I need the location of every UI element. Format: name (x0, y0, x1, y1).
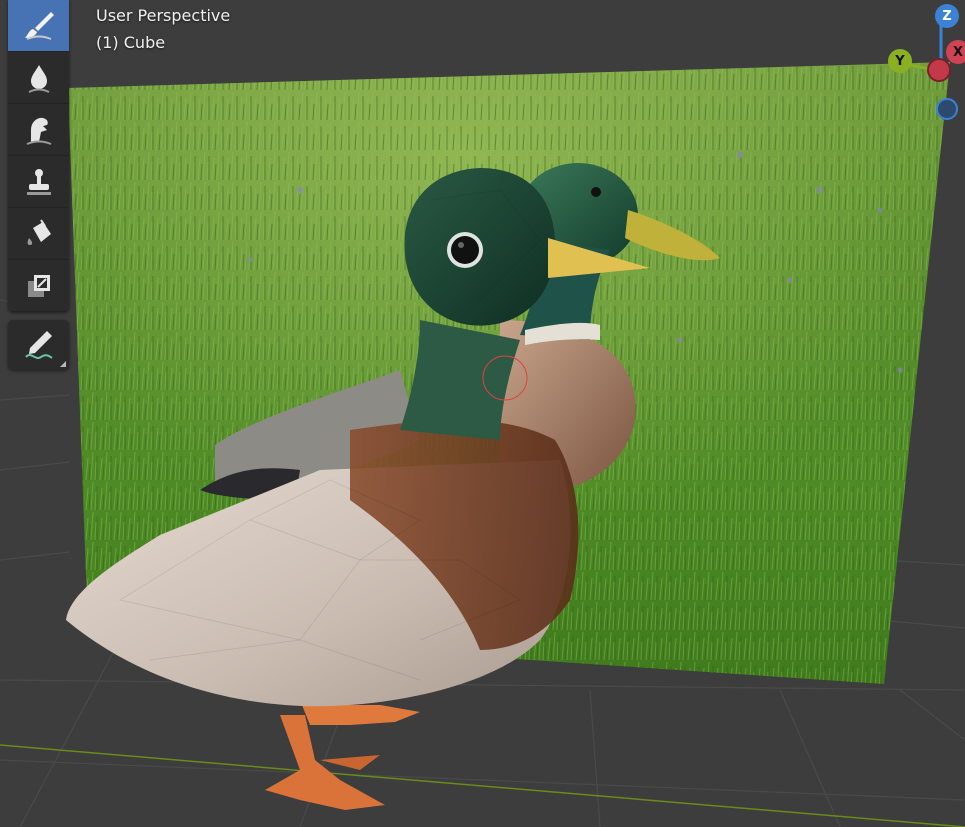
soften-tool-button[interactable] (8, 52, 69, 104)
brush-icon (24, 11, 54, 40)
3d-viewport[interactable]: User Perspective (1) Cube Z X Y (0, 0, 965, 827)
pencil-annotate-icon (24, 331, 53, 359)
fill-tool-button[interactable] (8, 208, 69, 260)
navigation-gizmo[interactable]: Z X Y (885, 0, 965, 125)
tool-options-indicator (60, 361, 66, 367)
clone-tool-button[interactable] (8, 156, 69, 208)
stamp-icon (26, 168, 51, 195)
x-axis-line (0, 744, 965, 827)
drop-icon (28, 64, 49, 93)
annotate-tool-button[interactable] (8, 320, 69, 370)
gizmo-y-axis[interactable]: Y (888, 49, 912, 73)
object-label: (1) Cube (96, 33, 166, 52)
smear-icon (26, 117, 51, 145)
draw-tool-button[interactable] (8, 0, 69, 52)
mask-tool-button[interactable] (8, 260, 69, 312)
gizmo-z-axis[interactable]: Z (935, 4, 959, 28)
tool-shelf (8, 0, 69, 370)
bucket-icon (27, 218, 51, 245)
gizmo-x-axis[interactable]: X (946, 40, 965, 64)
viewport-scene[interactable] (0, 0, 965, 827)
gizmo-neg-z-axis[interactable] (936, 98, 958, 120)
viewport-header-info: User Perspective (1) Cube (96, 2, 230, 56)
view-name: User Perspective (96, 6, 231, 25)
mask-icon (27, 274, 50, 297)
gizmo-neg-x-axis[interactable] (927, 58, 951, 82)
paint-tools-group (8, 0, 69, 312)
smear-tool-button[interactable] (8, 104, 69, 156)
annotate-tools-group (8, 320, 69, 370)
